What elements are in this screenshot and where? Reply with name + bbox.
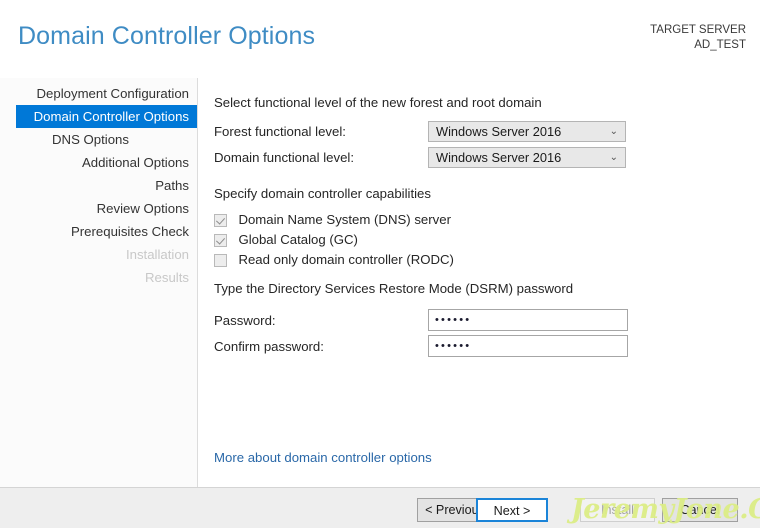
checkbox-icon[interactable] (214, 254, 227, 268)
checkbox-icon[interactable] (214, 214, 227, 228)
forest-functional-level-label: Forest functional level: (214, 124, 346, 139)
target-server-label: TARGET SERVER (650, 24, 746, 36)
domain-functional-level-label: Domain functional level: (214, 150, 355, 165)
install-button: Install (580, 498, 655, 522)
checkbox-icon[interactable] (214, 234, 227, 248)
sidebar-item-prerequisites-check[interactable]: Prerequisites Check (0, 220, 197, 243)
wizard-sidebar: Deployment Configuration Domain Controll… (0, 78, 198, 487)
wizard-step-list: Deployment Configuration Domain Controll… (0, 78, 197, 289)
sidebar-item-deployment-configuration[interactable]: Deployment Configuration (0, 82, 197, 105)
sidebar-item-additional-options[interactable]: Additional Options (0, 151, 197, 174)
functional-level-heading: Select functional level of the new fores… (214, 95, 542, 110)
more-about-domain-controller-options-link[interactable]: More about domain controller options (214, 450, 432, 465)
target-server-name: AD_TEST (694, 39, 746, 51)
next-button[interactable]: Next > (476, 498, 548, 522)
domain-functional-level-select[interactable]: Windows Server 2016 ⌄ (428, 147, 626, 168)
checkbox-dns-server[interactable]: Domain Name System (DNS) server (214, 212, 451, 230)
checkbox-global-catalog-label: Global Catalog (GC) (238, 232, 358, 248)
wizard-footer: < Previous Next > Install Cancel (0, 487, 760, 528)
target-server-info: TARGET SERVER AD_TEST (650, 23, 746, 53)
page-title: Domain Controller Options (18, 22, 316, 50)
capabilities-heading: Specify domain controller capabilities (214, 186, 431, 201)
sidebar-item-installation: Installation (125, 247, 189, 262)
password-label: Password: (214, 313, 276, 328)
page-header: Domain Controller Options TARGET SERVER … (0, 0, 760, 78)
sidebar-item-paths[interactable]: Paths (0, 174, 197, 197)
confirm-password-field[interactable]: •••••• (428, 335, 628, 357)
dsrm-heading: Type the Directory Services Restore Mode… (214, 281, 574, 296)
main-content: Select functional level of the new fores… (199, 78, 760, 487)
forest-functional-level-select[interactable]: Windows Server 2016 ⌄ (428, 121, 626, 142)
sidebar-item-dns-options[interactable]: DNS Options (0, 128, 197, 151)
chevron-down-icon: ⌄ (609, 126, 618, 137)
forest-functional-level-value: Windows Server 2016 (436, 124, 562, 139)
checkbox-rodc-label: Read only domain controller (RODC) (238, 252, 454, 268)
cancel-button[interactable]: Cancel (662, 498, 738, 522)
confirm-password-label: Confirm password: (214, 339, 324, 354)
checkbox-dns-server-label: Domain Name System (DNS) server (238, 212, 451, 228)
sidebar-item-domain-controller-options[interactable]: Domain Controller Options (16, 105, 197, 128)
sidebar-item-review-options[interactable]: Review Options (0, 197, 197, 220)
chevron-down-icon: ⌄ (609, 152, 618, 163)
domain-functional-level-value: Windows Server 2016 (436, 150, 562, 165)
checkbox-global-catalog[interactable]: Global Catalog (GC) (214, 232, 358, 250)
sidebar-item-results: Results (145, 270, 189, 285)
password-field[interactable]: •••••• (428, 309, 628, 331)
checkbox-rodc[interactable]: Read only domain controller (RODC) (214, 252, 454, 270)
